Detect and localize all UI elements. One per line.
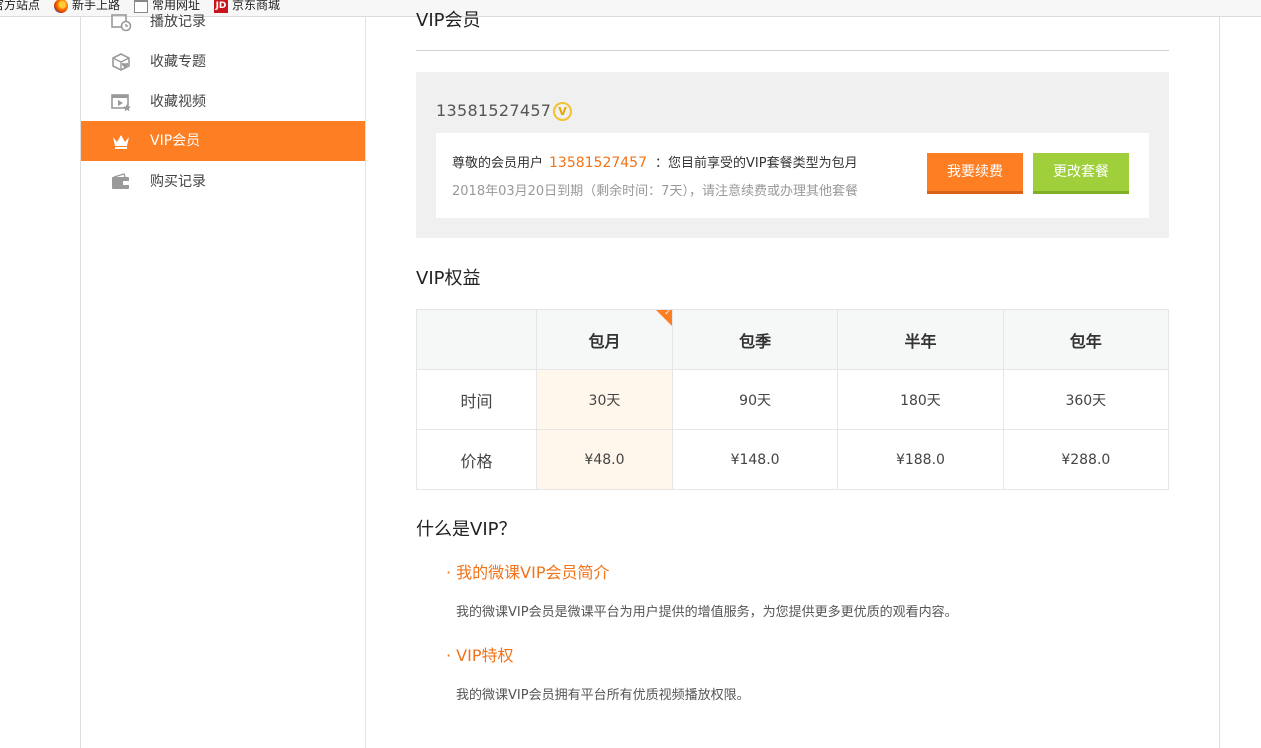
table-row: 时间 30天 90天 180天 360天 bbox=[416, 369, 1170, 430]
member-status-text: 尊敬的会员用户 13581527457 ：您目前享受的VIP套餐类型为包月 bbox=[452, 155, 858, 171]
sidebar-item-label: 播放记录 bbox=[150, 14, 206, 30]
faq-answer-privilege: 我的微课VIP会员拥有平台所有优质视频播放权限。 bbox=[456, 688, 750, 703]
vip-plan-table: 包月 ✓ 包季 半年 包年 时间 30天 90天 180天 360天 价格 ¥4… bbox=[416, 308, 1170, 490]
sidebar-item-label: 收藏视频 bbox=[150, 94, 206, 110]
sidebar-item-label: VIP会员 bbox=[150, 133, 201, 149]
plan-yearly-header[interactable]: 包年 bbox=[1002, 309, 1170, 370]
benefits-title: VIP权益 bbox=[416, 268, 481, 289]
table-cell: 30天 bbox=[536, 369, 673, 430]
table-cell: 360天 bbox=[1002, 369, 1170, 430]
plan-monthly-header[interactable]: 包月 ✓ bbox=[536, 308, 673, 370]
renew-button[interactable]: 我要续费 bbox=[927, 153, 1023, 194]
sidebar-item-label: 收藏专题 bbox=[150, 54, 206, 70]
faq-answer-intro: 我的微课VIP会员是微课平台为用户提供的增值服务，为您提供更多更优质的观看内容。 bbox=[456, 605, 958, 620]
bookmark-official-site[interactable]: 官方站点 bbox=[0, 0, 40, 13]
faq-question-privilege: · VIP特权 bbox=[446, 646, 514, 665]
table-cell: 180天 bbox=[837, 369, 1004, 430]
faq-title: 什么是VIP？ bbox=[416, 519, 517, 540]
table-cell: ¥288.0 bbox=[1002, 429, 1170, 490]
table-cell: ¥48.0 bbox=[536, 429, 673, 490]
firefox-icon bbox=[54, 0, 68, 13]
change-plan-button[interactable]: 更改套餐 bbox=[1033, 153, 1129, 194]
sidebar-item-purchase-history[interactable]: 购买记录 bbox=[81, 162, 365, 202]
table-corner-cell bbox=[416, 309, 537, 370]
member-expiry-text: 2018年03月20日到期（剩余时间：7天），请注意续费或办理其他套餐 bbox=[452, 184, 858, 199]
member-phone-highlight: 13581527457 bbox=[549, 155, 647, 171]
sidebar-item-favorite-topics[interactable]: 收藏专题 bbox=[81, 42, 365, 82]
page-title: VIP会员 bbox=[416, 10, 481, 31]
member-phone: 13581527457 bbox=[436, 101, 552, 120]
table-header-row: 包月 ✓ 包季 半年 包年 bbox=[416, 308, 1170, 370]
plan-halfyear-header[interactable]: 半年 bbox=[837, 309, 1004, 370]
title-divider bbox=[416, 50, 1169, 51]
sidebar-item-favorite-videos[interactable]: 收藏视频 bbox=[81, 82, 365, 122]
sidebar-divider bbox=[365, 17, 366, 748]
crown-icon bbox=[113, 135, 129, 149]
table-cell: 90天 bbox=[671, 369, 839, 430]
table-cell: ¥148.0 bbox=[671, 429, 839, 490]
member-info-panel: 13581527457 V 尊敬的会员用户 13581527457 ：您目前享受的V… bbox=[416, 72, 1169, 238]
play-history-icon bbox=[111, 14, 132, 32]
sidebar-item-play-history[interactable]: 播放记录 bbox=[81, 2, 365, 42]
sidebar-item-vip[interactable]: VIP会员 bbox=[81, 121, 365, 161]
sidebar-item-label: 购买记录 bbox=[150, 174, 206, 190]
check-icon: ✓ bbox=[664, 308, 671, 317]
favorite-topic-icon bbox=[112, 53, 130, 71]
wallet-icon bbox=[112, 173, 129, 189]
member-status-card: 尊敬的会员用户 13581527457 ：您目前享受的VIP套餐类型为包月 2018… bbox=[436, 133, 1149, 218]
row-label-duration: 时间 bbox=[416, 369, 537, 430]
table-row: 价格 ¥48.0 ¥148.0 ¥188.0 ¥288.0 bbox=[416, 429, 1170, 490]
faq-question-intro: · 我的微课VIP会员简介 bbox=[446, 563, 610, 582]
plan-quarterly-header[interactable]: 包季 bbox=[671, 309, 839, 370]
frame-right-border bbox=[1219, 17, 1220, 748]
table-cell: ¥188.0 bbox=[837, 429, 1004, 490]
favorite-video-icon bbox=[111, 94, 131, 112]
row-label-price: 价格 bbox=[416, 429, 537, 490]
vip-badge-icon: V bbox=[553, 102, 572, 121]
